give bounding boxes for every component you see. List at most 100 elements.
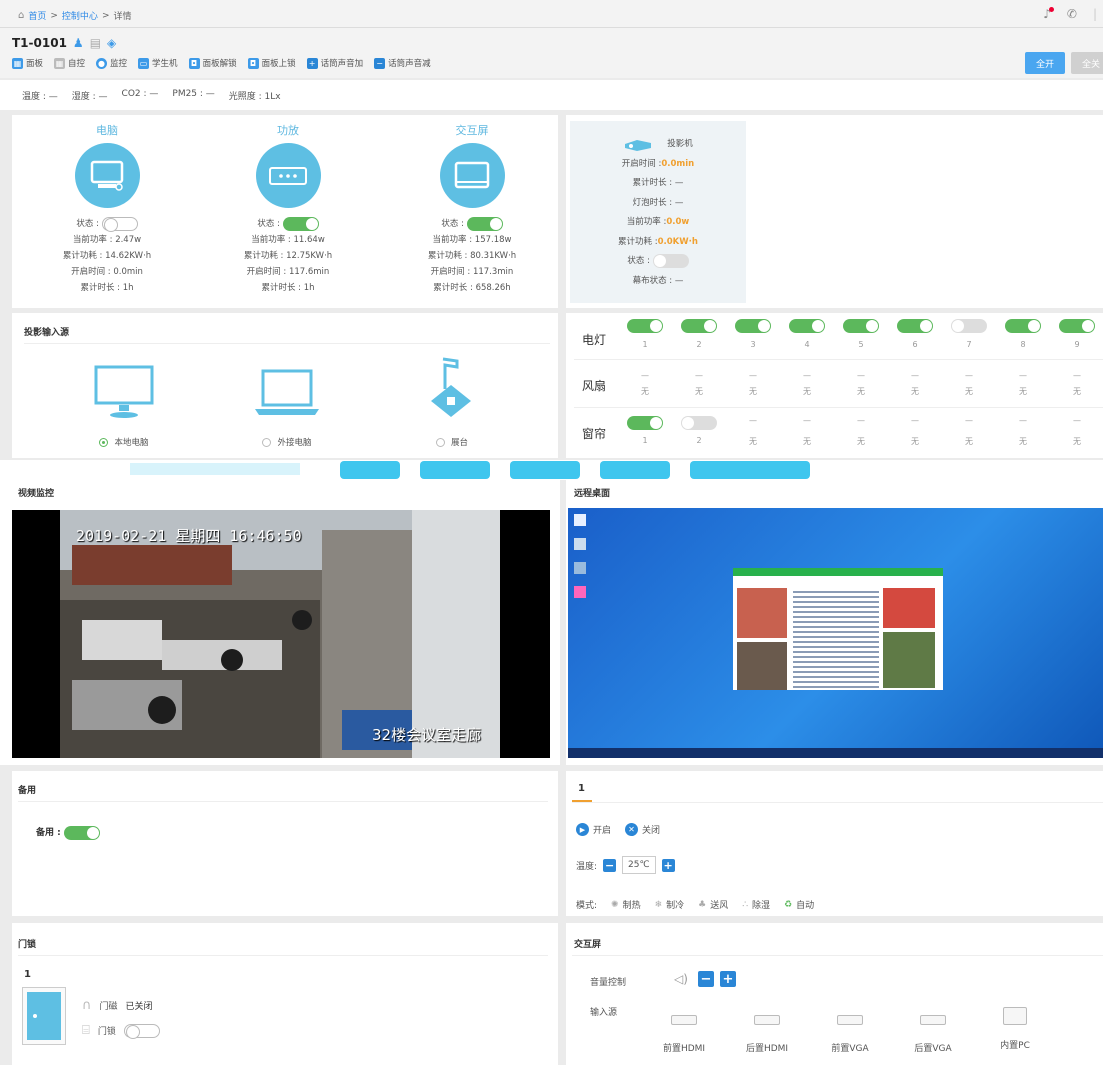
toolbar-student-pc[interactable]: ▭ 学生机	[138, 57, 178, 69]
backup-toggle[interactable]	[63, 825, 100, 840]
curtain-2-toggle[interactable]	[681, 416, 717, 430]
watermark-bar	[130, 463, 300, 475]
light-5: 5	[834, 319, 888, 349]
ac-tab[interactable]: 1	[578, 783, 585, 794]
room-title-row: T1-0101 ♟ ▤ ◈	[12, 36, 116, 50]
desktop-icon[interactable]	[574, 586, 586, 598]
device-power: 当前功率 : 2.47w	[72, 235, 142, 245]
desktop-icon[interactable]	[574, 514, 586, 526]
video-feed[interactable]: 2019-02-21 星期四 16:46:50 32楼会议室走廊	[12, 510, 550, 758]
monitor-icon: ▭	[138, 57, 150, 69]
light-8-toggle[interactable]	[1005, 319, 1041, 333]
ac-mode-row: 模式: ✺ 制热 ❄ 制冷 ♣ 送风 ∴ 除湿 ♻ 自动	[576, 898, 815, 912]
ac-temp-row: 温度: − 25℃ +	[576, 856, 675, 874]
mode-dry[interactable]: ∴ 除湿	[742, 898, 770, 912]
computer-icon[interactable]	[74, 143, 140, 208]
all-off-button[interactable]: 全关	[1071, 52, 1103, 74]
desktop-icon[interactable]	[574, 538, 586, 550]
source-local-pc-radio[interactable]	[99, 438, 109, 447]
phone-icon[interactable]: ✆	[1067, 7, 1077, 21]
port-front-hdmi[interactable]: 前置HDMI	[649, 1015, 719, 1054]
projector-status: 状态 :	[570, 252, 746, 272]
door-index: 1	[24, 969, 31, 980]
remote-desktop-panel: 远程桌面	[566, 480, 1103, 765]
light-5-toggle[interactable]	[843, 319, 879, 333]
temperature-reading: 温度 : —	[22, 92, 58, 102]
device-name: 电脑	[96, 124, 118, 137]
computer-status-toggle[interactable]	[101, 216, 138, 232]
light-1-toggle[interactable]	[627, 319, 663, 333]
door-lock-toggle[interactable]	[123, 1023, 160, 1039]
temp-value: 25℃	[622, 856, 656, 874]
projector-status-toggle[interactable]	[652, 253, 689, 268]
browser-window[interactable]	[733, 568, 943, 690]
curtain-1-toggle[interactable]	[627, 416, 663, 430]
toolbar-mic-volume-up[interactable]: + 话筒声音加	[306, 57, 363, 69]
light-7-toggle[interactable]	[951, 319, 987, 333]
mode-heat[interactable]: ✺ 制热	[611, 898, 641, 912]
amplifier-status-toggle[interactable]	[282, 216, 319, 231]
desktop-icon[interactable]	[574, 562, 586, 574]
ac-off-button[interactable]: ✕ 关闭	[625, 823, 660, 836]
close-circle-icon: ✕	[625, 823, 639, 836]
projector-energy: 累计功耗 :0.0KW·h	[618, 236, 698, 247]
source-external-pc[interactable]: 外接电脑	[247, 363, 327, 448]
home-icon[interactable]: ⌂	[18, 10, 24, 21]
ac-power-row: ▶ 开启 ✕ 关闭	[576, 823, 660, 836]
toolbar-panel-unlock[interactable]: ◘ 面板解锁	[188, 57, 237, 69]
source-document-camera[interactable]: 展台	[417, 355, 487, 448]
source-local-pc[interactable]: 本地电脑	[84, 363, 164, 448]
device-total-time: 累计时长 : 658.26h	[433, 283, 511, 293]
remote-desktop-view[interactable]	[568, 508, 1103, 758]
volume-down-button[interactable]: −	[697, 971, 714, 987]
port-builtin-pc[interactable]: 内置PC	[980, 1007, 1050, 1051]
light-7: 7	[942, 319, 996, 349]
source-document-camera-radio[interactable]	[435, 438, 445, 447]
light-6-toggle[interactable]	[897, 319, 933, 333]
volume-up-button[interactable]: +	[719, 971, 736, 987]
panel-divider	[572, 955, 1103, 956]
breadcrumb-home[interactable]: 首页	[28, 9, 46, 22]
mode-auto[interactable]: ♻ 自动	[784, 898, 814, 912]
door-lock-row: ⌸ 门锁	[82, 1023, 160, 1039]
source-external-pc-radio[interactable]	[262, 438, 272, 447]
projector-power: 当前功率 :0.0w	[626, 217, 690, 227]
port-rear-hdmi[interactable]: 后置HDMI	[732, 1015, 802, 1054]
temp-plus-button[interactable]: +	[661, 858, 675, 872]
watermark-bar	[420, 461, 490, 479]
toolbar-mic-volume-down[interactable]: − 话筒声音减	[374, 57, 431, 69]
row-divider	[574, 359, 1103, 360]
breadcrumb-control-center[interactable]: 控制中心	[62, 9, 98, 22]
curtain-cell: — 无	[1073, 416, 1081, 446]
office-scene-image	[60, 510, 500, 758]
mode-fan[interactable]: ♣ 送风	[698, 898, 728, 912]
video-timestamp: 2019-02-21 星期四 16:46:50	[76, 527, 302, 545]
amplifier-icon[interactable]	[255, 143, 321, 208]
light-2-toggle[interactable]	[681, 319, 717, 333]
lock-handle-icon: ⌸	[82, 1023, 90, 1038]
port-rear-vga[interactable]: 后置VGA	[898, 1015, 968, 1054]
toolbar-panel[interactable]: ▦ 面板	[12, 57, 43, 69]
toolbar: ▦ 面板 ▦ 自控 ● 监控 ▭ 学生机 ◘ 面板解锁 ◘ 面板上锁 + 话筒声音加 − 话筒声…	[12, 57, 431, 69]
port-front-vga[interactable]: 前置VGA	[815, 1015, 885, 1054]
projector-name: 投影机	[667, 139, 693, 149]
vga-icon	[920, 1015, 946, 1025]
toolbar-monitor[interactable]: ● 监控	[96, 57, 127, 69]
device-open-time: 开启时间 : 117.3min	[430, 267, 514, 277]
screen-icon[interactable]	[439, 143, 505, 208]
toolbar-panel-lock[interactable]: ◘ 面板上锁	[247, 57, 296, 69]
light-4-toggle[interactable]	[789, 319, 825, 333]
light-3-toggle[interactable]	[735, 319, 771, 333]
temp-minus-button[interactable]: −	[603, 858, 617, 872]
interactive-screen-panel: 交互屏 音量控制 ◁) − + 输入源 前置HDMI 后置HDMI 前置VGA …	[566, 923, 1103, 1065]
projector-header: 投影机	[570, 135, 746, 155]
all-on-button[interactable]: 全开	[1025, 52, 1065, 74]
screen-status-toggle[interactable]	[466, 216, 503, 231]
notification-bell-icon[interactable]: ♪	[1043, 7, 1054, 21]
panel-divider	[572, 802, 1103, 803]
light-9-toggle[interactable]	[1059, 319, 1095, 333]
fan-cell: — 无	[857, 371, 865, 396]
mode-cool[interactable]: ❄ 制冷	[655, 898, 685, 912]
toolbar-auto-control[interactable]: ▦ 自控	[54, 57, 85, 69]
ac-on-button[interactable]: ▶ 开启	[576, 823, 611, 836]
